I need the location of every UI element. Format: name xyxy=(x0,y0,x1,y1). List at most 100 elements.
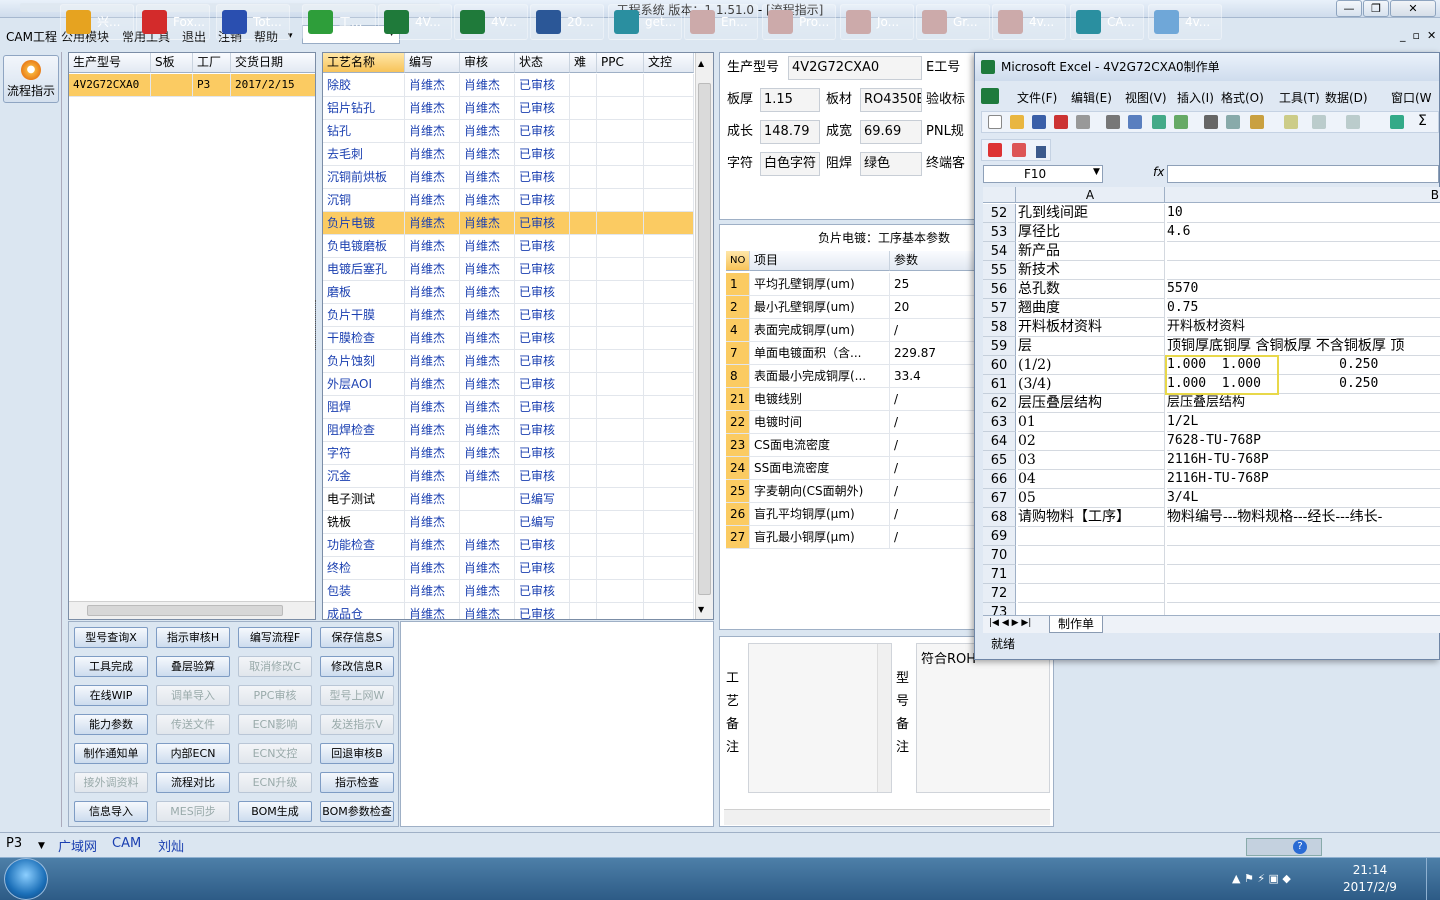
row-header[interactable]: 72 xyxy=(983,584,1016,603)
row-header[interactable]: 66 xyxy=(983,470,1016,489)
doc-control-cell[interactable] xyxy=(644,511,694,534)
param-value-cell[interactable]: 229.87 xyxy=(890,342,980,365)
cell-b[interactable]: 7628-TU-768P xyxy=(1167,432,1440,451)
taskbar-item[interactable]: 20... xyxy=(530,4,604,40)
ppc-cell[interactable] xyxy=(597,235,644,258)
hyperlink-icon[interactable] xyxy=(1390,115,1404,129)
ppc-cell[interactable] xyxy=(597,396,644,419)
taskbar-item[interactable]: Pro... xyxy=(762,4,836,40)
writer-cell[interactable]: 肖维杰 xyxy=(405,235,460,258)
reviewer-cell[interactable]: 肖维杰 xyxy=(460,465,515,488)
order-model-cell[interactable]: 4V2G72CXA0 xyxy=(69,74,151,97)
toolbar-options-icon[interactable] xyxy=(1036,146,1046,158)
col-param[interactable]: 参数 xyxy=(890,251,980,271)
doc-control-cell[interactable] xyxy=(644,258,694,281)
param-item-cell[interactable]: 电镀时间 xyxy=(750,411,890,434)
cell-a[interactable]: 厚径比 xyxy=(1018,223,1165,242)
row-header[interactable]: 63 xyxy=(983,413,1016,432)
taskbar-item[interactable]: Gr... xyxy=(916,4,990,40)
cell-b[interactable]: 3/4L xyxy=(1167,489,1440,508)
ppc-cell[interactable] xyxy=(597,212,644,235)
cell-b[interactable]: 物料编号---物料规格---经长---纬长- xyxy=(1167,508,1440,527)
status-cell[interactable]: 已审核 xyxy=(515,557,570,580)
process-name-cell[interactable]: 电子测试 xyxy=(323,488,405,511)
ppc-cell[interactable] xyxy=(597,603,644,619)
difficulty-cell[interactable] xyxy=(570,419,597,442)
col-factory[interactable]: 工厂 xyxy=(193,53,231,73)
doc-control-cell[interactable] xyxy=(644,97,694,120)
row-header[interactable]: 60 xyxy=(983,356,1016,375)
doc-control-cell[interactable] xyxy=(644,580,694,603)
action-button[interactable]: ECN文控 xyxy=(238,743,312,764)
process-name-cell[interactable]: 成品仓 xyxy=(323,603,405,619)
process-name-cell[interactable]: 沉铜 xyxy=(323,189,405,212)
ppc-cell[interactable] xyxy=(597,258,644,281)
col-no[interactable]: NO xyxy=(726,251,750,271)
reviewer-cell[interactable]: 肖维杰 xyxy=(460,166,515,189)
status-cell[interactable]: 已审核 xyxy=(515,465,570,488)
writer-cell[interactable]: 肖维杰 xyxy=(405,511,460,534)
excel-window[interactable]: Microsoft Excel - 4V2G72CXA0制作单 文件(F) 编辑… xyxy=(974,52,1440,660)
row-header[interactable]: 71 xyxy=(983,565,1016,584)
doc-control-cell[interactable] xyxy=(644,465,694,488)
doc-control-cell[interactable] xyxy=(644,396,694,419)
cell-a[interactable]: 新产品 xyxy=(1018,242,1165,261)
action-button[interactable]: 工具完成 xyxy=(74,656,148,677)
difficulty-cell[interactable] xyxy=(570,396,597,419)
col-process-name[interactable]: 工艺名称 xyxy=(323,53,405,73)
reviewer-cell[interactable]: 肖维杰 xyxy=(460,557,515,580)
reviewer-cell[interactable]: 肖维杰 xyxy=(460,258,515,281)
process-name-cell[interactable]: 阻焊 xyxy=(323,396,405,419)
doc-control-cell[interactable] xyxy=(644,74,694,97)
status-cell[interactable]: 已审核 xyxy=(515,396,570,419)
status-cell[interactable]: 已审核 xyxy=(515,143,570,166)
xl-menu-format[interactable]: 格式(O) xyxy=(1221,89,1264,106)
status-cell[interactable]: 已审核 xyxy=(515,580,570,603)
col-item[interactable]: 项目 xyxy=(750,251,890,271)
process-name-cell[interactable]: 阻焊检查 xyxy=(323,419,405,442)
save-icon[interactable] xyxy=(1032,115,1046,129)
param-value-cell[interactable]: / xyxy=(890,480,980,503)
difficulty-cell[interactable] xyxy=(570,534,597,557)
doc-control-cell[interactable] xyxy=(644,534,694,557)
difficulty-cell[interactable] xyxy=(570,258,597,281)
reviewer-cell[interactable]: 肖维杰 xyxy=(460,235,515,258)
process-name-cell[interactable]: 去毛刺 xyxy=(323,143,405,166)
doc-control-cell[interactable] xyxy=(644,327,694,350)
writer-cell[interactable]: 肖维杰 xyxy=(405,258,460,281)
action-button[interactable]: 修改信息R xyxy=(320,656,394,677)
ppc-cell[interactable] xyxy=(597,465,644,488)
row-header[interactable]: 73 xyxy=(983,603,1016,615)
doc-control-cell[interactable] xyxy=(644,143,694,166)
scroll-thumb[interactable] xyxy=(87,605,283,616)
xl-menu-view[interactable]: 视图(V) xyxy=(1125,89,1167,106)
cell-a[interactable] xyxy=(1018,527,1165,546)
xl-menu-data[interactable]: 数据(D) xyxy=(1325,89,1368,106)
action-button[interactable]: 接外调资料 xyxy=(74,772,148,793)
row-header[interactable]: 64 xyxy=(983,432,1016,451)
action-button[interactable]: 流程对比 xyxy=(156,772,230,793)
model-notes-field[interactable]: 符合ROH xyxy=(916,643,1050,793)
status-cell[interactable]: 已审核 xyxy=(515,74,570,97)
taskbar-item[interactable]: Jo... xyxy=(840,4,914,40)
difficulty-cell[interactable] xyxy=(570,212,597,235)
cell-b[interactable] xyxy=(1167,261,1440,280)
param-no-cell[interactable]: 27 xyxy=(726,526,750,549)
difficulty-cell[interactable] xyxy=(570,281,597,304)
action-button[interactable]: PPC审核 xyxy=(238,685,312,706)
flow-indicator-button[interactable]: ● 流程指示 xyxy=(3,55,59,103)
copy-icon[interactable] xyxy=(1226,115,1240,129)
status-cell[interactable]: 已审核 xyxy=(515,534,570,557)
writer-cell[interactable]: 肖维杰 xyxy=(405,97,460,120)
param-item-cell[interactable]: 电镀线别 xyxy=(750,388,890,411)
action-button[interactable]: 调单导入 xyxy=(156,685,230,706)
ppc-cell[interactable] xyxy=(597,189,644,212)
doc-control-cell[interactable] xyxy=(644,373,694,396)
writer-cell[interactable]: 肖维杰 xyxy=(405,580,460,603)
param-no-cell[interactable]: 1 xyxy=(726,273,750,296)
status-cell[interactable]: 已审核 xyxy=(515,235,570,258)
row-header[interactable]: 56 xyxy=(983,280,1016,299)
difficulty-cell[interactable] xyxy=(570,488,597,511)
cell-b[interactable]: 5570 xyxy=(1167,280,1440,299)
sheet-tab-zhizuodan[interactable]: 制作单 xyxy=(1049,616,1104,633)
